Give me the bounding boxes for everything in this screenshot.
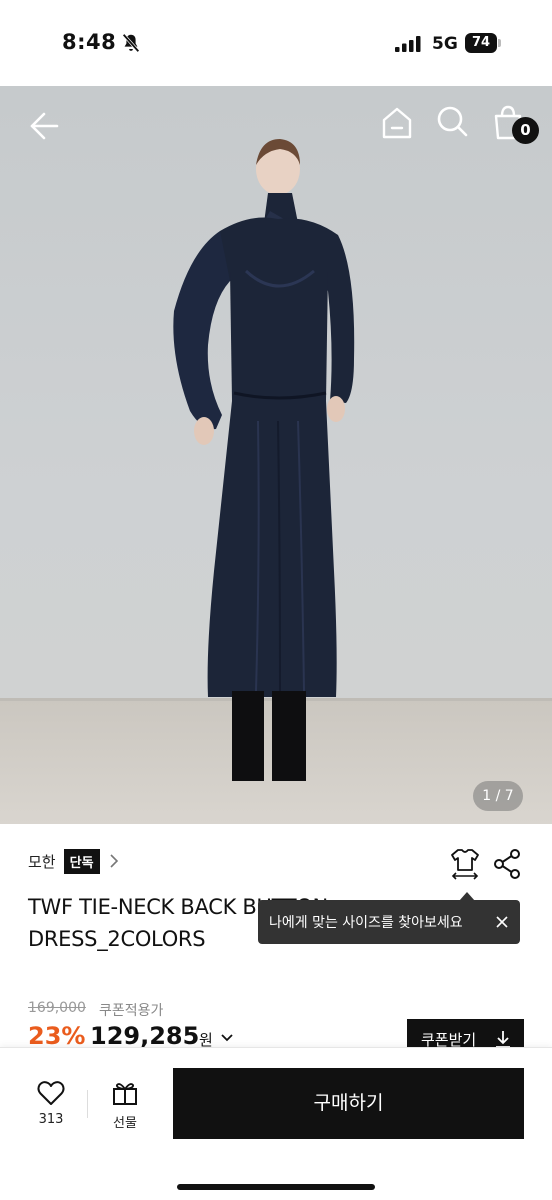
network-type: 5G — [432, 34, 458, 54]
coupon-price-note: 쿠폰적용가 — [99, 1003, 164, 1019]
like-button[interactable]: 313 — [26, 1080, 76, 1138]
cart-count-badge[interactable]: 0 — [512, 117, 539, 144]
divider — [87, 1090, 88, 1118]
sale-price: 129,285 — [90, 1022, 200, 1050]
battery-icon: 74 — [465, 33, 501, 53]
bell-off-icon — [122, 33, 140, 53]
brand-link[interactable]: 모한 단독 — [28, 848, 120, 874]
discount-rate: 23% — [28, 1022, 86, 1050]
image-counter: 1 / 7 — [473, 781, 523, 811]
original-price: 169,000 — [28, 1000, 86, 1016]
back-arrow-icon[interactable] — [24, 106, 64, 146]
signal-icon — [395, 36, 421, 52]
product-image-gallery[interactable]: 1 / 7 — [0, 86, 552, 824]
brand-name: 모한 — [28, 852, 56, 871]
bottom-action-bar: 313 선물 구매하기 — [0, 1047, 552, 1200]
tooltip-text: 나에게 맞는 사이즈를 찾아보세요 — [269, 915, 463, 931]
status-bar: 8:48 5G 74 — [0, 0, 552, 86]
home-icon[interactable] — [377, 103, 417, 143]
buy-button[interactable]: 구매하기 — [173, 1068, 524, 1139]
battery-level: 74 — [465, 33, 497, 53]
status-time: 8:48 — [62, 30, 117, 54]
share-icon[interactable] — [492, 848, 522, 880]
close-icon[interactable] — [494, 914, 510, 930]
search-icon[interactable] — [432, 101, 472, 141]
download-icon — [496, 1031, 510, 1048]
gift-icon — [113, 1083, 137, 1105]
gift-button[interactable]: 선물 — [100, 1080, 150, 1138]
chevron-down-icon[interactable] — [220, 1033, 234, 1043]
like-count: 313 — [38, 1112, 64, 1127]
model-in-dress-photo — [173, 139, 355, 781]
size-guide-shirt-icon[interactable] — [448, 846, 482, 880]
size-tooltip: 나에게 맞는 사이즈를 찾아보세요 — [258, 900, 520, 944]
chevron-right-icon — [109, 854, 118, 868]
home-indicator — [177, 1184, 375, 1190]
gift-label: 선물 — [113, 1116, 137, 1131]
exclusive-badge: 단독 — [63, 848, 100, 874]
heart-icon — [37, 1081, 65, 1105]
battery-tip — [498, 39, 501, 47]
